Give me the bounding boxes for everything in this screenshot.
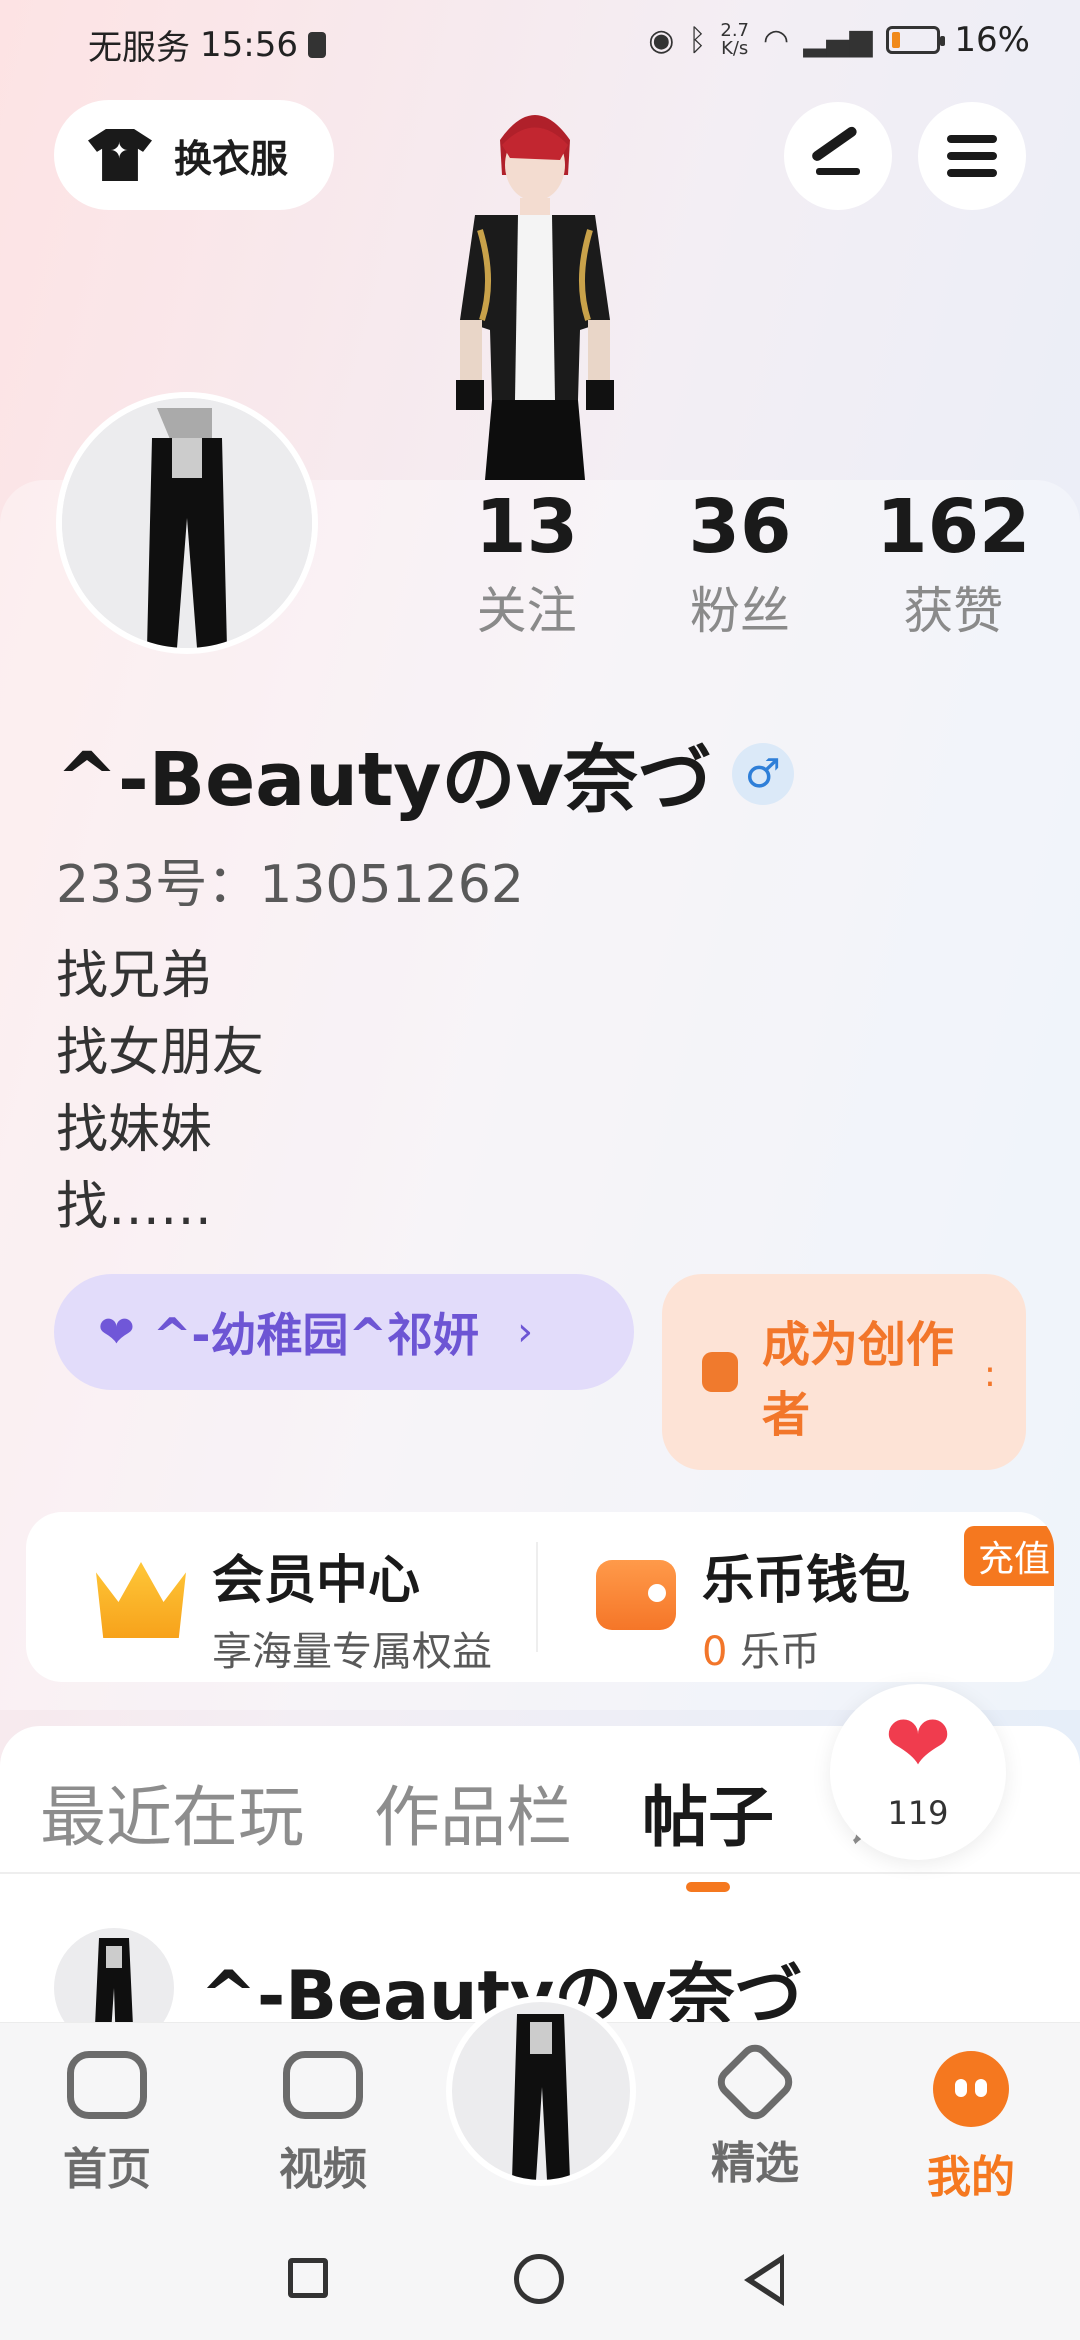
guild-badge-button[interactable]: ❤ ^-幼稚园^祁妍 › — [54, 1274, 634, 1390]
chevron-right-icon: › — [517, 1309, 534, 1355]
gamepad-icon — [67, 2051, 147, 2119]
play-icon — [283, 2051, 363, 2119]
nav-home[interactable]: 首页 — [32, 2051, 182, 2197]
status-bar: 无服务 15:56 ◉ ᛒ 2.7 K/s ◠ ▂▄▆ 16% — [0, 0, 1080, 84]
heart-icon: ❤ — [98, 1306, 135, 1358]
vip-center-button[interactable]: 会员中心 享海量专属权益 — [96, 1538, 492, 1677]
signal-icon: ▂▄▆ — [803, 22, 873, 58]
edit-profile-button[interactable] — [784, 102, 892, 210]
battery-percent: 16% — [954, 20, 1030, 60]
pen-baseline-icon — [816, 168, 860, 175]
nav-mine[interactable]: 我的 — [896, 2051, 1046, 2205]
username-text: ^-Beautyのv奈づ — [56, 737, 712, 823]
wifi-icon: ◠ — [763, 22, 790, 58]
bio-line: 找兄弟 — [56, 946, 213, 1006]
wallet-balance: 0 乐币 — [702, 1619, 910, 1677]
wallet-title: 乐币钱包 — [702, 1551, 911, 1611]
nav-video[interactable]: 视频 — [248, 2051, 398, 2197]
system-nav-bar — [0, 2230, 1080, 2340]
tab-recently-played[interactable]: 最近在玩 — [40, 1764, 304, 1860]
become-creator-label: 成为创作者 — [762, 1317, 955, 1443]
like-count: 119 — [887, 1794, 949, 1832]
profile-avatar[interactable] — [56, 392, 318, 654]
vip-center-subtitle: 享海量专属权益 — [212, 1629, 492, 1675]
fans-label: 粉丝 — [689, 582, 790, 640]
become-creator-button[interactable]: 成为创作者 : — [662, 1274, 1026, 1470]
creator-more-dot: : — [983, 1354, 996, 1395]
center-avatar-image — [512, 2014, 570, 2180]
home-circle-icon[interactable] — [514, 2254, 564, 2304]
nav-featured-label: 精选 — [711, 2138, 799, 2189]
bio-line: 找…… — [56, 1177, 213, 1237]
vip-center-title: 会员中心 — [212, 1551, 421, 1611]
nav-video-label: 视频 — [279, 2144, 367, 2195]
following-count: 13 — [475, 484, 579, 570]
eye-icon: ◉ — [648, 22, 675, 58]
user-id[interactable]: 233号：13051262 — [56, 842, 524, 917]
center-avatar-button[interactable] — [446, 1996, 636, 2186]
clock: 15:56 — [200, 24, 298, 65]
status-right: ◉ ᛒ 2.7 K/s ◠ ▂▄▆ 16% — [648, 20, 1030, 60]
pen-icon — [810, 124, 859, 163]
change-outfit-label: 换衣服 — [174, 136, 289, 181]
battery-fill — [892, 32, 901, 48]
wallet-button[interactable]: 乐币钱包 0 乐币 — [596, 1538, 910, 1677]
likes-count: 162 — [876, 484, 1031, 570]
gamepad-icon — [702, 1352, 738, 1392]
username: ^-Beautyのv奈づ ♂ — [56, 720, 794, 827]
nav-home-label: 首页 — [63, 2144, 151, 2195]
following-label: 关注 — [476, 582, 577, 640]
face-icon — [933, 2051, 1009, 2127]
network-speed: 2.7 K/s — [720, 22, 749, 58]
diamond-heart-icon — [711, 2038, 799, 2126]
fans-count: 36 — [688, 484, 792, 570]
membership-wallet-row: 会员中心 享海量专属权益 乐币钱包 0 乐币 充值 — [26, 1512, 1054, 1682]
wallet-icon — [596, 1560, 676, 1630]
nav-featured[interactable]: 精选 — [680, 2038, 830, 2191]
nav-mine-label: 我的 — [927, 2152, 1015, 2203]
back-triangle-icon[interactable] — [744, 2254, 784, 2306]
bluetooth-icon: ᛒ — [688, 22, 707, 58]
battery-icon — [886, 26, 946, 54]
heart-icon: ❤ — [884, 1697, 952, 1790]
menu-button[interactable] — [918, 102, 1026, 210]
male-gender-icon: ♂ — [731, 742, 794, 805]
status-left: 无服务 15:56 — [88, 20, 326, 69]
following-stat[interactable]: 13 关注 — [420, 482, 633, 646]
likes-stat[interactable]: 162 获赞 — [847, 482, 1060, 646]
recent-apps-icon[interactable] — [288, 2258, 328, 2298]
carrier-text: 无服务 — [88, 28, 190, 68]
tab-posts[interactable]: 帖子 — [642, 1764, 774, 1860]
tshirt-icon — [88, 129, 152, 181]
crown-icon — [96, 1562, 186, 1638]
menu-icon — [947, 135, 997, 177]
change-outfit-button[interactable]: 换衣服 — [54, 100, 334, 210]
network-speed-unit: K/s — [721, 38, 749, 59]
battery-saver-icon — [307, 31, 326, 58]
tab-works[interactable]: 作品栏 — [374, 1764, 572, 1860]
recharge-badge[interactable]: 充值 — [963, 1526, 1054, 1586]
tab-divider — [0, 1872, 1080, 1874]
bio-line: 找女朋友 — [56, 1023, 265, 1083]
fans-stat[interactable]: 36 粉丝 — [633, 482, 846, 646]
guild-name: ^-幼稚园^祁妍 — [152, 1308, 480, 1362]
like-floating-button[interactable]: ❤ 119 — [830, 1684, 1006, 1860]
divider — [536, 1542, 538, 1652]
bio: 找兄弟 找女朋友 找妹妹 找…… — [56, 938, 264, 1246]
wallet-unit: 乐币 — [740, 1629, 821, 1675]
likes-label: 获赞 — [903, 582, 1004, 640]
avatar-image — [62, 398, 312, 648]
bio-line: 找妹妹 — [56, 1100, 213, 1160]
profile-stats: 13 关注 36 粉丝 162 获赞 — [420, 482, 1060, 646]
wallet-amount: 0 — [702, 1629, 728, 1675]
avatar-character[interactable] — [420, 80, 650, 480]
